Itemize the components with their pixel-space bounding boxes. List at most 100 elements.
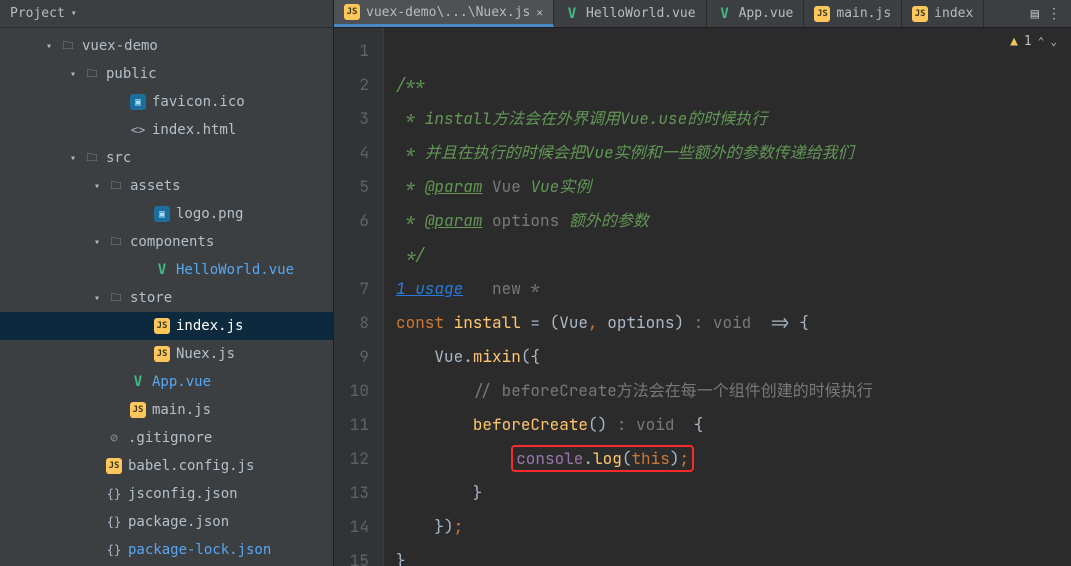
tree-item-label: assets xyxy=(130,178,181,194)
editor-tab[interactable]: JS vuex-demo\...\Nuex.js ✕ xyxy=(334,0,554,27)
tree-item[interactable]: {} package.json xyxy=(0,508,333,536)
usages-link[interactable]: 1 usage xyxy=(396,278,463,299)
tree-item[interactable]: 🗀components xyxy=(0,228,333,256)
line-number: 6 xyxy=(334,204,369,238)
json-icon: {} xyxy=(106,542,122,558)
chevron-icon[interactable] xyxy=(44,41,54,52)
tree-item[interactable]: ⊘.gitignore xyxy=(0,424,333,452)
chevron-icon[interactable] xyxy=(68,69,78,80)
tree-item[interactable]: 🗀public xyxy=(0,60,333,88)
tree-item-label: Nuex.js xyxy=(176,346,235,362)
js-icon: JS xyxy=(912,6,928,22)
line-number: 1 xyxy=(334,34,369,68)
html-icon: <> xyxy=(130,122,146,138)
code-line: * install方法会在外界调用Vue.use的时候执行 xyxy=(396,108,767,129)
tree-item[interactable]: VHelloWorld.vue xyxy=(0,256,333,284)
tab-label: vuex-demo\...\Nuex.js xyxy=(366,5,530,20)
vue-icon: V xyxy=(717,6,733,22)
json-icon: {} xyxy=(106,486,122,502)
line-number: 7 xyxy=(334,272,369,306)
tree-item[interactable]: ▣ favicon.ico xyxy=(0,88,333,116)
vue-icon: V xyxy=(564,6,580,22)
json-icon: {} xyxy=(106,514,122,530)
line-number: 13 xyxy=(334,476,369,510)
tab-label: main.js xyxy=(836,6,891,21)
editor-tabs: JSvuex-demo\...\Nuex.js✕VHelloWorld.vueV… xyxy=(334,0,1071,28)
tree-item-label: index.js xyxy=(176,318,243,334)
js-icon: JS xyxy=(106,458,122,474)
line-number: 9 xyxy=(334,340,369,374)
image-icon: ▣ xyxy=(130,94,146,110)
sidebar-header[interactable]: Project xyxy=(0,0,333,28)
tree-item-label: package.json xyxy=(128,514,229,530)
tab-label: HelloWorld.vue xyxy=(586,6,696,21)
chevron-icon[interactable] xyxy=(92,237,102,248)
tree-item[interactable]: 🗀 assets xyxy=(0,172,333,200)
folder-icon: 🗀 xyxy=(84,150,100,166)
chevron-icon[interactable] xyxy=(92,181,102,192)
js-icon: JS xyxy=(154,346,170,362)
line-number: 14 xyxy=(334,510,369,544)
tree-item[interactable]: JS main.js xyxy=(0,396,333,424)
line-number: 10 xyxy=(334,374,369,408)
sidebar-title: Project xyxy=(10,6,65,21)
editor-area: JSvuex-demo\...\Nuex.js✕VHelloWorld.vueV… xyxy=(334,0,1071,566)
js-icon: JS xyxy=(814,6,830,22)
js-icon: JS xyxy=(154,318,170,334)
line-number: 5 xyxy=(334,170,369,204)
tree-item-label: store xyxy=(130,290,172,306)
line-number: 4 xyxy=(334,136,369,170)
tree-item[interactable]: 🗀 src xyxy=(0,144,333,172)
code-line: * 并且在执行的时候会把Vue实例和一些额外的参数传递给我们 xyxy=(396,142,854,163)
tree-item[interactable]: <> index.html xyxy=(0,116,333,144)
vue-icon: V xyxy=(154,262,170,278)
tree-item-label: favicon.ico xyxy=(152,94,245,110)
tree-item-label: index.html xyxy=(152,122,236,138)
tree-item-label: babel.config.js xyxy=(128,458,254,474)
code-editor[interactable]: /** * install方法会在外界调用Vue.use的时候执行 * 并且在执… xyxy=(384,28,1071,566)
line-number: 8 xyxy=(334,306,369,340)
folder-icon: 🗀 xyxy=(60,38,76,54)
tree-item[interactable]: {}package-lock.json xyxy=(0,536,333,564)
chevron-icon[interactable] xyxy=(68,153,78,164)
tree-item-label: src xyxy=(106,150,131,166)
folder-icon: 🗀 xyxy=(84,66,100,82)
tab-label: index xyxy=(934,6,973,21)
vue-icon: V xyxy=(130,374,146,390)
tree-item[interactable]: ▣logo.png xyxy=(0,200,333,228)
tree-item[interactable]: {} jsconfig.json xyxy=(0,480,333,508)
close-icon[interactable]: ✕ xyxy=(536,6,543,19)
editor-tab[interactable]: VApp.vue xyxy=(707,0,805,27)
editor-tab[interactable]: JS index xyxy=(902,0,984,27)
tree-item-label: components xyxy=(130,234,214,250)
tree-item[interactable]: 🗀 vuex-demo xyxy=(0,32,333,60)
tree-item-label: jsconfig.json xyxy=(128,486,238,502)
tree-item[interactable]: JS index.js xyxy=(0,312,333,340)
tree-item-label: vuex-demo xyxy=(82,38,158,54)
tree-item-label: logo.png xyxy=(176,206,243,222)
line-number xyxy=(334,238,369,272)
line-number: 12 xyxy=(334,442,369,476)
tree-item[interactable]: VApp.vue xyxy=(0,368,333,396)
line-gutter: 123456 789101112131415 xyxy=(334,28,384,566)
code-line: /** xyxy=(396,74,425,95)
js-icon: JS xyxy=(344,4,360,20)
chevron-down-icon xyxy=(69,8,79,19)
file-structure-icon[interactable]: ▤ xyxy=(1031,6,1039,22)
js-icon: JS xyxy=(130,402,146,418)
tree-item[interactable]: JS Nuex.js xyxy=(0,340,333,368)
tab-actions: ▤ ⋮ xyxy=(1021,0,1071,27)
gitignore-icon: ⊘ xyxy=(106,430,122,446)
editor-tab[interactable]: V HelloWorld.vue xyxy=(554,0,707,27)
tab-more-icon[interactable]: ⋮ xyxy=(1047,6,1061,22)
folder-icon: 🗀 xyxy=(108,178,124,194)
line-number: 2 xyxy=(334,68,369,102)
project-tree: 🗀 vuex-demo 🗀public ▣ favicon.ico <> index.htm… xyxy=(0,28,333,564)
tree-item[interactable]: 🗀store xyxy=(0,284,333,312)
chevron-icon[interactable] xyxy=(92,293,102,304)
tree-item[interactable]: JS babel.config.js xyxy=(0,452,333,480)
editor-tab[interactable]: JS main.js xyxy=(804,0,902,27)
tree-item-label: main.js xyxy=(152,402,211,418)
editor-body: ▲ 1 ⌃ ⌄ 123456 789101112131415 /** * ins… xyxy=(334,28,1071,566)
highlighted-line: console.log(this); xyxy=(511,445,694,472)
